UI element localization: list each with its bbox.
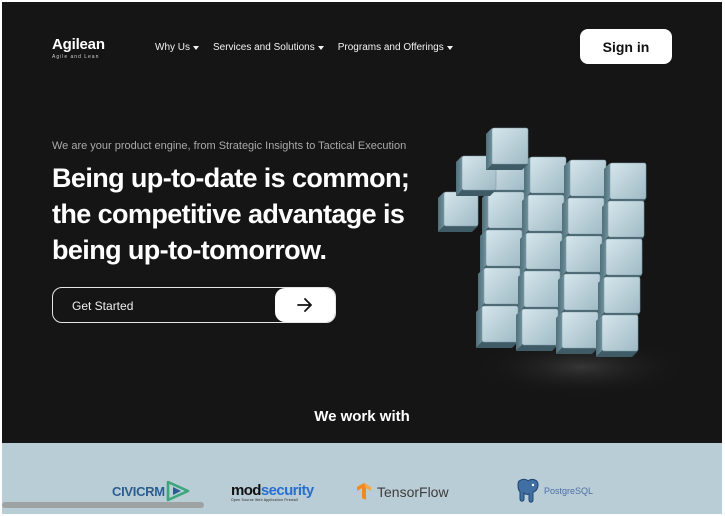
cube-face xyxy=(565,235,603,273)
cube-side xyxy=(558,274,564,316)
cube-side xyxy=(562,198,568,240)
nav-item-label: Services and Solutions xyxy=(213,42,315,53)
cube-face xyxy=(601,314,639,352)
cube-bottom xyxy=(438,226,478,232)
agilean-logo[interactable]: Agilean Agile and Lean xyxy=(52,36,112,62)
cube-bottom xyxy=(516,345,558,351)
horizontal-scrollbar[interactable] xyxy=(2,502,204,508)
cube-face xyxy=(529,156,567,194)
cube-face xyxy=(605,238,643,276)
cube-face xyxy=(521,308,559,346)
civicrm-play-icon xyxy=(166,480,190,502)
cube-cluster-illustration xyxy=(438,127,682,397)
hero-headline: Being up-to-date is common; the competit… xyxy=(52,163,410,265)
cube-side xyxy=(486,128,492,170)
chevron-down-icon xyxy=(193,46,199,50)
cube-side xyxy=(522,195,528,237)
cube-side xyxy=(556,312,562,354)
cube-side xyxy=(600,239,606,281)
modsecurity-logo[interactable]: modsecurity Open Source Web Application … xyxy=(231,483,314,502)
get-started-button[interactable]: Get Started xyxy=(52,287,336,323)
cube-face xyxy=(567,197,605,235)
page: Agilean Agile and Lean Why Us Services a… xyxy=(2,2,722,514)
cube-side xyxy=(604,163,610,205)
nav-item-programs[interactable]: Programs and Offerings xyxy=(338,42,453,53)
cube-side xyxy=(520,233,526,275)
cube-side xyxy=(476,306,482,348)
cube-bottom xyxy=(486,164,528,170)
cube-side xyxy=(482,192,488,234)
nav-item-why-us[interactable]: Why Us xyxy=(155,42,199,53)
cube-side xyxy=(478,268,484,310)
cube-face xyxy=(485,229,523,267)
logo-tagline: Agile and Lean xyxy=(52,54,100,60)
cube-face xyxy=(525,232,563,270)
cube-side xyxy=(602,201,608,243)
sign-in-button[interactable]: Sign in xyxy=(580,29,672,64)
nav-item-label: Why Us xyxy=(155,42,190,53)
cube-side xyxy=(438,192,444,232)
cube-side xyxy=(560,236,566,278)
arrow-right-icon xyxy=(275,288,335,322)
postgresql-logo[interactable]: PostgreSQL xyxy=(514,478,593,504)
cube-face xyxy=(523,270,561,308)
chevron-down-icon xyxy=(446,46,453,50)
civicrm-wordmark: CIVICRM xyxy=(112,483,165,499)
modsecurity-wordmark-mod: mod xyxy=(231,482,261,499)
cube-face xyxy=(561,311,599,349)
cube-bottom xyxy=(596,351,638,357)
get-started-label: Get Started xyxy=(72,299,134,313)
cube-side xyxy=(516,309,522,351)
cube-face xyxy=(569,159,607,197)
cube-face xyxy=(607,200,645,238)
cube-side xyxy=(518,271,524,313)
civicrm-logo[interactable]: CIVICRM xyxy=(112,480,191,502)
tensorflow-logo[interactable]: TensorFlow xyxy=(356,483,449,501)
cube-side xyxy=(564,160,570,202)
postgresql-elephant-icon xyxy=(517,478,539,503)
cube-bottom xyxy=(456,190,496,196)
cube-face xyxy=(609,162,647,200)
cube-face xyxy=(563,273,601,311)
cube-side xyxy=(480,230,486,272)
cube-face xyxy=(483,267,521,305)
postgresql-wordmark: PostgreSQL xyxy=(544,486,594,496)
main-nav: Why Us Services and Solutions Programs a… xyxy=(155,42,453,53)
cube-bottom xyxy=(556,348,598,354)
tensorflow-wordmark: TensorFlow xyxy=(377,484,449,500)
cube-side xyxy=(456,156,462,196)
cube-face xyxy=(603,276,641,314)
cube-bottom xyxy=(476,342,518,348)
cube-face xyxy=(487,191,525,229)
cube-face xyxy=(491,127,529,165)
cube-side xyxy=(596,315,602,357)
modsecurity-wordmark-security: security xyxy=(260,482,314,499)
cube-face xyxy=(481,305,519,343)
nav-item-label: Programs and Offerings xyxy=(337,42,444,53)
hero-tagline: We are your product engine, from Strateg… xyxy=(52,140,407,152)
nav-item-services[interactable]: Services and Solutions xyxy=(213,42,324,53)
cube-face xyxy=(527,194,565,232)
partners-heading: We work with xyxy=(314,408,410,425)
cube-side xyxy=(598,277,604,319)
chevron-down-icon xyxy=(317,46,324,50)
cube-face xyxy=(443,191,479,227)
tensorflow-icon xyxy=(357,483,371,500)
logo-wordmark: Agilean xyxy=(52,36,105,53)
